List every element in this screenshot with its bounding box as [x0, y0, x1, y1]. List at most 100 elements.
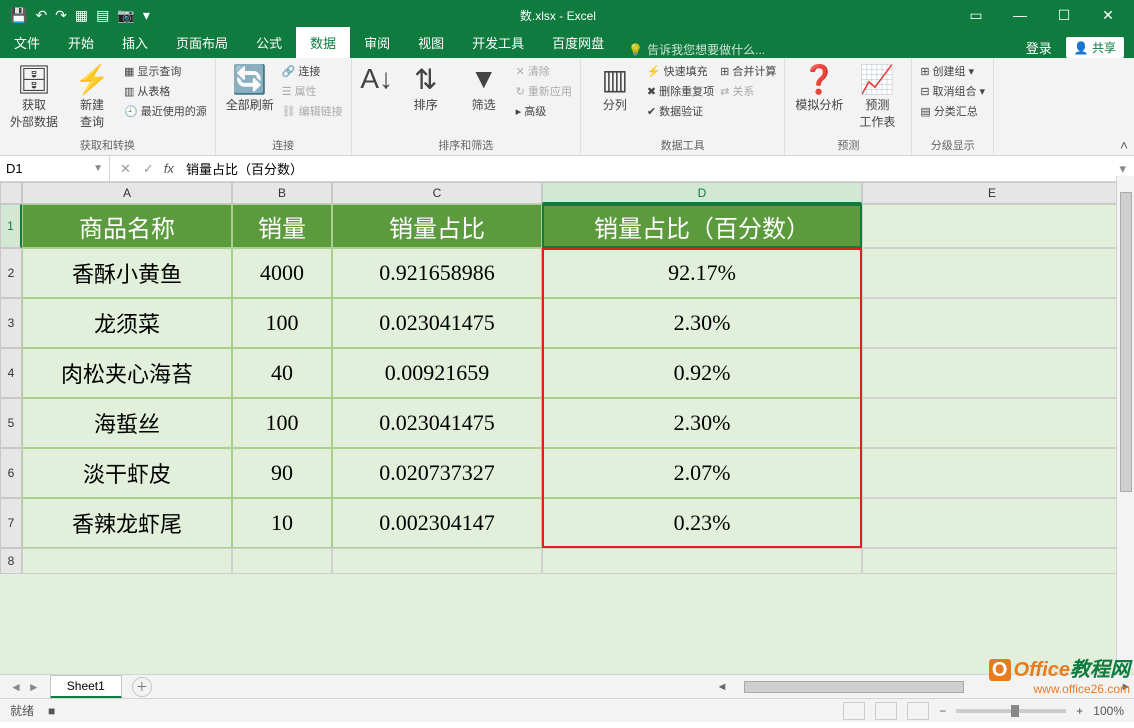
cell-c1[interactable]: 销量占比: [332, 204, 542, 248]
cell-a8[interactable]: [22, 548, 232, 574]
cell-e6[interactable]: [862, 448, 1122, 498]
tab-developer[interactable]: 开发工具: [458, 27, 538, 58]
from-table-button[interactable]: ▥ 从表格: [124, 82, 207, 100]
zoom-in-icon[interactable]: +: [1076, 704, 1083, 718]
tell-me[interactable]: 💡告诉我您想要做什么...: [628, 41, 765, 58]
col-header-b[interactable]: B: [232, 182, 332, 204]
sort-asc-button[interactable]: A↓: [360, 62, 394, 135]
cell-c8[interactable]: [332, 548, 542, 574]
qat-icon[interactable]: ▦: [75, 7, 88, 24]
next-sheet-icon[interactable]: ►: [28, 680, 40, 694]
cell-c3[interactable]: 0.023041475: [332, 298, 542, 348]
scrollbar-thumb[interactable]: [744, 681, 964, 693]
get-external-data-button[interactable]: 🗄获取 外部数据: [8, 62, 60, 135]
collapse-ribbon-icon[interactable]: ˄: [1120, 137, 1128, 153]
cell-b6[interactable]: 90: [232, 448, 332, 498]
zoom-out-icon[interactable]: −: [939, 704, 946, 718]
cell-e2[interactable]: [862, 248, 1122, 298]
subtotal-button[interactable]: ▤ 分类汇总: [920, 102, 985, 120]
connections-button[interactable]: 🔗 连接: [282, 62, 343, 80]
tab-review[interactable]: 审阅: [350, 27, 404, 58]
cancel-icon[interactable]: ✕: [120, 161, 131, 177]
undo-icon[interactable]: ↶: [35, 7, 47, 24]
cell-c6[interactable]: 0.020737327: [332, 448, 542, 498]
cell-e7[interactable]: [862, 498, 1122, 548]
cell-a3[interactable]: 龙须菜: [22, 298, 232, 348]
add-sheet-button[interactable]: ＋: [132, 677, 152, 697]
tab-layout[interactable]: 页面布局: [162, 27, 242, 58]
row-header-7[interactable]: 7: [0, 498, 22, 548]
sheet-tab[interactable]: Sheet1: [50, 675, 122, 698]
cell-e4[interactable]: [862, 348, 1122, 398]
ungroup-button[interactable]: ⊟ 取消组合 ▾: [920, 82, 985, 100]
text-to-columns-button[interactable]: ▥分列: [589, 62, 641, 135]
qat-icon[interactable]: ▤: [96, 7, 109, 24]
camera-icon[interactable]: 📷: [117, 7, 134, 24]
vertical-scrollbar[interactable]: [1116, 176, 1134, 668]
spreadsheet-grid[interactable]: A B C D E 1 商品名称 销量 销量占比 销量占比（百分数） 2 香酥小…: [0, 182, 1134, 674]
tab-insert[interactable]: 插入: [108, 27, 162, 58]
formula-input[interactable]: 销量占比（百分数）: [180, 159, 1112, 178]
row-header-1[interactable]: 1: [0, 204, 22, 248]
expand-formula-icon[interactable]: ▾: [1111, 161, 1134, 177]
cell-c2[interactable]: 0.921658986: [332, 248, 542, 298]
cell-b5[interactable]: 100: [232, 398, 332, 448]
normal-view-button[interactable]: [843, 702, 865, 720]
cell-a5[interactable]: 海蜇丝: [22, 398, 232, 448]
cell-b3[interactable]: 100: [232, 298, 332, 348]
page-break-button[interactable]: [907, 702, 929, 720]
flash-fill-button[interactable]: ⚡ 快速填充: [647, 62, 714, 80]
refresh-all-button[interactable]: 🔄全部刷新: [224, 62, 276, 135]
enter-icon[interactable]: ✓: [143, 161, 154, 177]
cell-b4[interactable]: 40: [232, 348, 332, 398]
cell-d2[interactable]: 92.17%: [542, 248, 862, 298]
zoom-level[interactable]: 100%: [1093, 704, 1124, 718]
new-query-button[interactable]: ⚡新建 查询: [66, 62, 118, 135]
cell-e5[interactable]: [862, 398, 1122, 448]
fx-icon[interactable]: fx: [164, 161, 180, 176]
row-header-2[interactable]: 2: [0, 248, 22, 298]
cell-d1[interactable]: 销量占比（百分数）: [542, 204, 862, 248]
remove-duplicates-button[interactable]: ✖ 删除重复项: [647, 82, 714, 100]
scrollbar-thumb[interactable]: [1120, 192, 1132, 492]
tab-baidu[interactable]: 百度网盘: [538, 27, 618, 58]
cell-b1[interactable]: 销量: [232, 204, 332, 248]
col-header-c[interactable]: C: [332, 182, 542, 204]
sort-button[interactable]: ⇅排序: [400, 62, 452, 135]
cell-e1[interactable]: [862, 204, 1122, 248]
properties-button[interactable]: ☰ 属性: [282, 82, 343, 100]
recent-sources-button[interactable]: 🕘 最近使用的源: [124, 102, 207, 120]
cell-c4[interactable]: 0.00921659: [332, 348, 542, 398]
show-queries-button[interactable]: ▦ 显示查询: [124, 62, 207, 80]
row-header-8[interactable]: 8: [0, 548, 22, 574]
tab-formulas[interactable]: 公式: [242, 27, 296, 58]
tab-file[interactable]: 文件: [0, 27, 54, 58]
cell-c7[interactable]: 0.002304147: [332, 498, 542, 548]
advanced-button[interactable]: ▸ 高级: [516, 102, 572, 120]
tab-view[interactable]: 视图: [404, 27, 458, 58]
cell-d7[interactable]: 0.23%: [542, 498, 862, 548]
what-if-button[interactable]: ❓模拟分析: [793, 62, 845, 135]
col-header-e[interactable]: E: [862, 182, 1122, 204]
relationships-button[interactable]: ⇄ 关系: [720, 82, 776, 100]
row-header-6[interactable]: 6: [0, 448, 22, 498]
col-header-a[interactable]: A: [22, 182, 232, 204]
cell-d3[interactable]: 2.30%: [542, 298, 862, 348]
scroll-left-icon[interactable]: ◄: [714, 681, 730, 693]
clear-button[interactable]: ✕ 清除: [516, 62, 572, 80]
cell-a1[interactable]: 商品名称: [22, 204, 232, 248]
cell-d5[interactable]: 2.30%: [542, 398, 862, 448]
cell-a6[interactable]: 淡干虾皮: [22, 448, 232, 498]
zoom-slider[interactable]: [956, 709, 1066, 713]
cell-d8[interactable]: [542, 548, 862, 574]
edit-links-button[interactable]: ⛓ 编辑链接: [282, 102, 343, 120]
save-icon[interactable]: 💾: [10, 7, 27, 24]
forecast-sheet-button[interactable]: 📈预测 工作表: [851, 62, 903, 135]
scroll-right-icon[interactable]: ►: [1118, 681, 1134, 693]
consolidate-button[interactable]: ⊞ 合并计算: [720, 62, 776, 80]
row-header-5[interactable]: 5: [0, 398, 22, 448]
close-icon[interactable]: ✕: [1088, 7, 1128, 24]
data-validation-button[interactable]: ✔ 数据验证: [647, 102, 714, 120]
cell-c5[interactable]: 0.023041475: [332, 398, 542, 448]
chevron-down-icon[interactable]: ▼: [93, 163, 103, 174]
